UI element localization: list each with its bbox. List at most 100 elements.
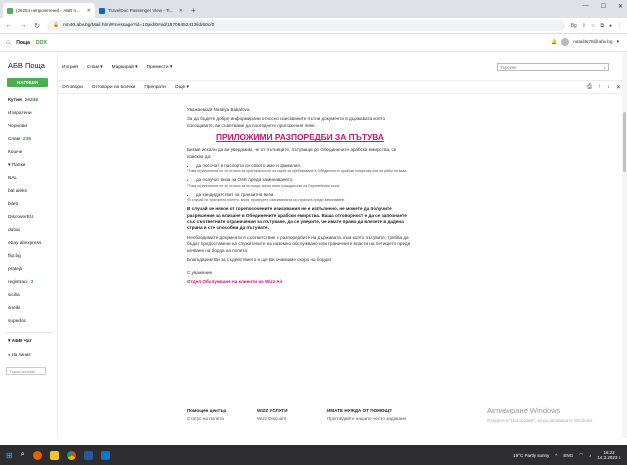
chat-status[interactable]: ● На линия [8,352,31,357]
sidebar-item-folder[interactable]: bileti [8,202,18,207]
close-tab-icon[interactable]: ✕ [179,8,183,14]
sidebar-item-inbox[interactable]: Кутия 26248 [8,98,38,103]
forward-icon[interactable]: → [19,22,27,29]
home-icon[interactable]: ⌂ [6,39,10,46]
print-icon[interactable]: ⎙ [587,84,592,91]
mail-favicon-icon [7,7,13,14]
more-dropdown[interactable]: Още ▾ [175,85,189,90]
paragraph: Необходимите документи в съответствие с … [187,234,411,253]
clock[interactable]: 16:22 14.3.2023 г. [597,450,621,461]
sidebar-item-folder[interactable]: dubai [8,228,20,233]
notifications-icon[interactable]: 🔔 [551,40,557,45]
extensions-icon[interactable]: ⧉ [600,23,604,29]
reply-button[interactable]: Отговори [62,85,83,90]
share-icon[interactable]: ⇪ [582,23,586,29]
maximize-icon[interactable]: ☐ [601,3,606,10]
email-footer: Помощен център Статус на полета WIZZ УСЛ… [187,408,413,421]
close-window-icon[interactable]: ✕ [618,3,623,10]
sidebar-item-sent[interactable]: Изпратени [8,111,32,116]
folder-label: Папки [11,163,26,168]
regulations-link[interactable]: ПРИЛОЖИМИ РАЗПОРЕДБИ ЗА ПЪТУВА [187,132,413,142]
scrollbar-thumb[interactable] [623,112,626,172]
language-indicator[interactable]: ENG [563,453,573,458]
profile-icon[interactable]: ● [609,23,612,29]
arrow-up-icon[interactable]: ↑ [598,84,601,91]
volume-icon[interactable]: ♪ [589,453,591,458]
scrollbar[interactable] [622,52,627,438]
sidebar-item-folders[interactable]: ▾ Папки [8,163,25,168]
folder-label: sneiki [8,306,21,311]
greeting: Уважаема/и Natalya Bakalova, [187,107,251,112]
folder-label: bal aleks [8,189,27,194]
reply-all-button[interactable]: Отговори на всички [92,85,136,90]
search-icon[interactable]: ⌕ [21,451,25,459]
warning-paragraph: В случай че някое от горепосочените изис… [187,206,407,231]
folder-label: BAL [8,176,18,181]
sidebar-item-drafts[interactable]: Чернови [8,124,27,129]
weather-widget[interactable]: 19°C Partly sunny [513,453,549,458]
browser-tab-traveldoc[interactable]: TravelDoc Passenger View - Ti... ✕ [95,3,187,18]
sidebar-item-folder[interactable]: supedoc [8,319,26,324]
user-menu[interactable]: 🔔 natalits78@abv.bg ▾ [551,38,619,46]
sidebar-divider [6,332,52,333]
sidebar-item-folder[interactable]: DiscoverEU [8,215,33,220]
mail-search-input[interactable]: Търсене ⌕ [497,63,609,71]
sidebar-item-folder[interactable]: BAL [8,176,17,181]
mail-app-icon[interactable] [100,450,110,460]
tab-label: TravelDoc Passenger View - Ti... [108,8,174,13]
mail-link[interactable]: Поща [16,40,30,46]
sidebar-item-folder[interactable]: pratejli [8,267,22,272]
windows-start-icon[interactable]: ⊞ [6,451,13,460]
sidebar-item-folder[interactable]: ebay aliexpress [8,241,41,246]
close-tab-icon[interactable]: ✕ [87,8,91,14]
spam-dropdown[interactable]: Спам ▾ [87,65,103,70]
close-message-icon[interactable]: ✕ [616,84,621,91]
sidebar-item-trash[interactable]: Кошче [8,150,22,155]
forward-button[interactable]: Препрати [144,85,166,90]
chat-title[interactable]: ▾ АБВ Чат [8,339,32,344]
minimize-icon[interactable]: — [583,3,589,10]
translate-icon[interactable]: Bg [571,23,577,29]
folder-label: registraci [8,280,28,285]
sidebar-item-folder[interactable]: flip.bg [8,254,21,259]
compose-button[interactable]: НАПИШИ [7,78,48,87]
lock-icon: 🔒 [53,23,59,28]
mark-dropdown[interactable]: Маркирай ▾ [112,65,138,70]
chrome-icon[interactable] [66,450,76,460]
thanks-line: Благодарим Ви за съдействието и ще Ви оч… [187,257,331,263]
system-tray: 19°C Partly sunny ^ ENG ◠ ♪ 16:22 14.3.2… [513,445,621,465]
footer-link[interactable]: Прегледайте нашите често задавани [327,416,413,421]
delete-button[interactable]: Изтрий [62,65,78,70]
back-icon[interactable]: ← [5,22,13,29]
menu-icon[interactable]: ⋮ [617,23,622,29]
sidebar-item-folder[interactable]: sicilia [8,293,20,298]
firefox-icon[interactable] [32,450,42,460]
search-icon[interactable]: ⌕ [604,65,606,70]
tray-arrow-icon[interactable]: ^ [555,453,557,458]
footer-link[interactable]: Wizz Discount [257,416,327,421]
sidebar-item-spam[interactable]: Спам 236 [8,137,31,142]
folder-label: DiscoverEU [8,215,34,220]
sidebar-item-folder[interactable]: sneiki [8,306,20,311]
new-tab-button[interactable]: + [187,6,200,18]
bookmark-star-icon[interactable]: ☆ [591,23,595,29]
footer-link[interactable]: Статус на полета [187,416,257,421]
intro-paragraph: За да бъдете добре информирани относно и… [187,116,386,128]
word-icon[interactable] [83,450,93,460]
dox-link[interactable]: DOX [36,40,47,46]
wifi-icon[interactable]: ◠ [579,452,583,458]
chat-status-label: На линия [11,352,31,357]
sidebar-item-folder[interactable]: bal aleks [8,189,27,194]
browser-tab-mail[interactable]: (26254 непрочетени) - АБВ п... ✕ [3,3,95,18]
folder-label: bileti [8,202,18,207]
arrow-down-icon[interactable]: ↓ [607,84,610,91]
sidebar-item-folder[interactable]: registraci 3 [8,280,33,285]
address-bar[interactable]: 🔒 nm40.abv.bg/Mail.html#message?id=10pid… [47,20,565,31]
file-explorer-icon[interactable] [49,450,59,460]
windows-activation-title: Активиране Windows [487,406,561,415]
chat-search-input[interactable]: Търси контакт [6,367,46,375]
folder-expander-icon[interactable]: ▾ [8,163,10,168]
chat-title-label: АБВ Чат [11,339,32,344]
move-dropdown[interactable]: Премести ▾ [147,65,173,70]
reload-icon[interactable]: ↻ [33,22,41,30]
